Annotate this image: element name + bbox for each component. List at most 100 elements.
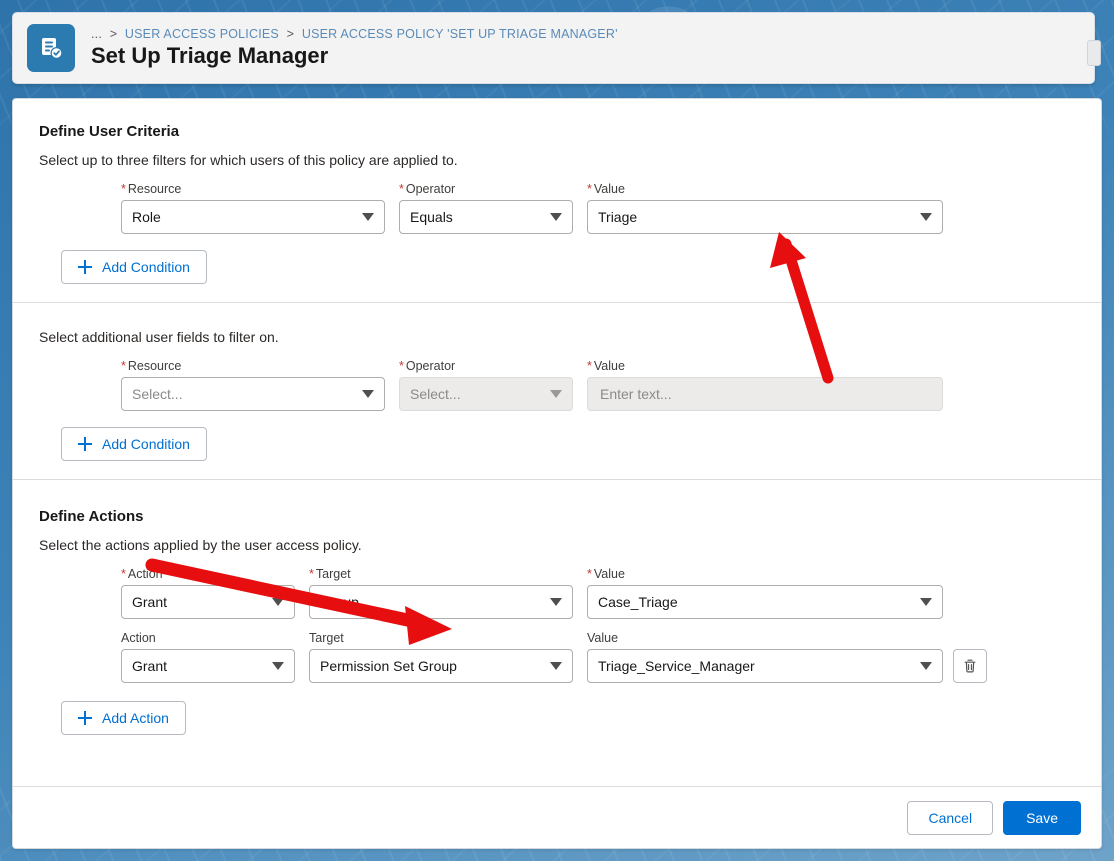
form-footer: Cancel Save: [13, 786, 1101, 848]
field-value: * Value Triage: [587, 182, 943, 234]
add-condition-button-wrapper: Add Condition: [61, 427, 1075, 461]
field-operator: * Operator Equals: [399, 182, 573, 234]
chevron-down-icon: [550, 390, 562, 398]
additional-fields-condition-row: * Resource Select... * Operator Select... …: [39, 359, 1075, 411]
value-select[interactable]: Triage_Service_Manager: [587, 649, 943, 683]
field-action: * Action Grant: [121, 567, 295, 619]
required-asterisk: *: [121, 567, 126, 581]
delete-action-button[interactable]: [953, 649, 987, 683]
chevron-down-icon: [362, 390, 374, 398]
add-condition-button-label: Add Condition: [102, 259, 190, 275]
target-select-value: Permission Set Group: [320, 658, 457, 674]
chevron-down-icon: [920, 662, 932, 670]
policy-document-check-icon: [27, 24, 75, 72]
field-action: Action Grant: [121, 631, 295, 683]
field-target: Target Permission Set Group: [309, 631, 573, 683]
action-row: Action Grant Target Permission Set Group…: [39, 631, 1075, 683]
value-select-value: Triage: [598, 209, 638, 225]
trash-icon: [964, 659, 976, 673]
value-text-input-disabled: Enter text...: [587, 377, 943, 411]
page-title: Set Up Triage Manager: [91, 43, 329, 69]
chevron-down-icon: [272, 662, 284, 670]
add-condition-button-secondary[interactable]: Add Condition: [61, 427, 207, 461]
add-action-button-wrapper: Add Action: [61, 701, 1075, 735]
chevron-down-icon: [550, 662, 562, 670]
breadcrumb-separator: >: [109, 27, 118, 42]
label-value: * Value: [587, 182, 625, 196]
add-condition-button-wrapper: Add Condition: [61, 250, 1075, 284]
label-operator: * Operator: [399, 182, 456, 196]
operator-select-value: Equals: [410, 209, 453, 225]
field-operator: * Operator Select...: [399, 359, 573, 411]
add-condition-button-label: Add Condition: [102, 436, 190, 452]
resource-select[interactable]: Role: [121, 200, 385, 234]
required-asterisk: *: [587, 182, 592, 196]
required-asterisk: *: [587, 359, 592, 373]
section-define-user-criteria: Define User Criteria Select up to three …: [13, 99, 1101, 302]
plus-icon: [78, 711, 92, 725]
label-resource: * Resource: [121, 359, 182, 373]
breadcrumb-link-user-access-policies[interactable]: USER ACCESS POLICIES: [125, 27, 279, 41]
breadcrumb: ... > USER ACCESS POLICIES > USER ACCESS…: [91, 27, 618, 41]
target-select[interactable]: Group: [309, 585, 573, 619]
action-select-value: Grant: [132, 594, 168, 610]
value-select[interactable]: Triage: [587, 200, 943, 234]
required-asterisk: *: [309, 567, 314, 581]
label-resource: * Resource: [121, 182, 182, 196]
target-select-value: Group: [320, 594, 359, 610]
chevron-down-icon: [920, 598, 932, 606]
section-title-user-criteria: Define User Criteria: [39, 123, 180, 140]
field-value: Value Triage_Service_Manager: [587, 631, 943, 683]
add-condition-button[interactable]: Add Condition: [61, 250, 207, 284]
resource-select-value: Role: [132, 209, 161, 225]
value-text-input-placeholder: Enter text...: [600, 386, 672, 402]
field-target: * Target Group: [309, 567, 573, 619]
save-button[interactable]: Save: [1003, 800, 1081, 835]
breadcrumb-separator: >: [286, 27, 295, 42]
plus-icon: [78, 437, 92, 451]
operator-select-placeholder: Select...: [410, 386, 461, 402]
chevron-down-icon: [550, 213, 562, 221]
value-select[interactable]: Case_Triage: [587, 585, 943, 619]
action-select[interactable]: Grant: [121, 585, 295, 619]
label-value: * Value: [587, 567, 625, 581]
policy-form-card: Define User Criteria Select up to three …: [12, 98, 1102, 849]
section-define-actions: Define Actions Select the actions applie…: [13, 479, 1101, 753]
section-title-define-actions: Define Actions: [39, 508, 144, 525]
label-target: * Target: [309, 567, 351, 581]
action-select[interactable]: Grant: [121, 649, 295, 683]
label-action: Action: [121, 631, 156, 645]
chevron-down-icon: [362, 213, 374, 221]
section-subtitle-additional-fields: Select additional user fields to filter …: [39, 329, 279, 345]
target-select[interactable]: Permission Set Group: [309, 649, 573, 683]
resource-select-placeholder: Select...: [132, 386, 183, 402]
label-operator: * Operator: [399, 359, 456, 373]
operator-select-disabled: Select...: [399, 377, 573, 411]
chevron-down-icon: [272, 598, 284, 606]
field-resource: * Resource Role: [121, 182, 385, 234]
required-asterisk: *: [121, 182, 126, 196]
field-value: * Value Case_Triage: [587, 567, 943, 619]
label-value: * Value: [587, 359, 625, 373]
cancel-button[interactable]: Cancel: [907, 800, 994, 835]
header-edge-handle[interactable]: [1087, 40, 1101, 66]
label-value: Value: [587, 631, 619, 645]
operator-select[interactable]: Equals: [399, 200, 573, 234]
section-subtitle-define-actions: Select the actions applied by the user a…: [39, 537, 362, 553]
required-asterisk: *: [587, 567, 592, 581]
resource-select[interactable]: Select...: [121, 377, 385, 411]
add-action-button[interactable]: Add Action: [61, 701, 186, 735]
section-subtitle-user-criteria: Select up to three filters for which use…: [39, 152, 458, 168]
add-action-button-label: Add Action: [102, 710, 169, 726]
label-action: * Action: [121, 567, 163, 581]
chevron-down-icon: [550, 598, 562, 606]
required-asterisk: *: [121, 359, 126, 373]
required-asterisk: *: [399, 182, 404, 196]
breadcrumb-ellipsis[interactable]: ...: [91, 27, 102, 41]
breadcrumb-link-current-policy[interactable]: USER ACCESS POLICY 'SET UP TRIAGE MANAGE…: [302, 27, 618, 41]
section-additional-user-fields: Select additional user fields to filter …: [13, 302, 1101, 479]
action-row: * Action Grant * Target Group * Value Ca…: [39, 567, 1075, 619]
plus-icon: [78, 260, 92, 274]
field-value: * Value Enter text...: [587, 359, 943, 411]
label-target: Target: [309, 631, 344, 645]
